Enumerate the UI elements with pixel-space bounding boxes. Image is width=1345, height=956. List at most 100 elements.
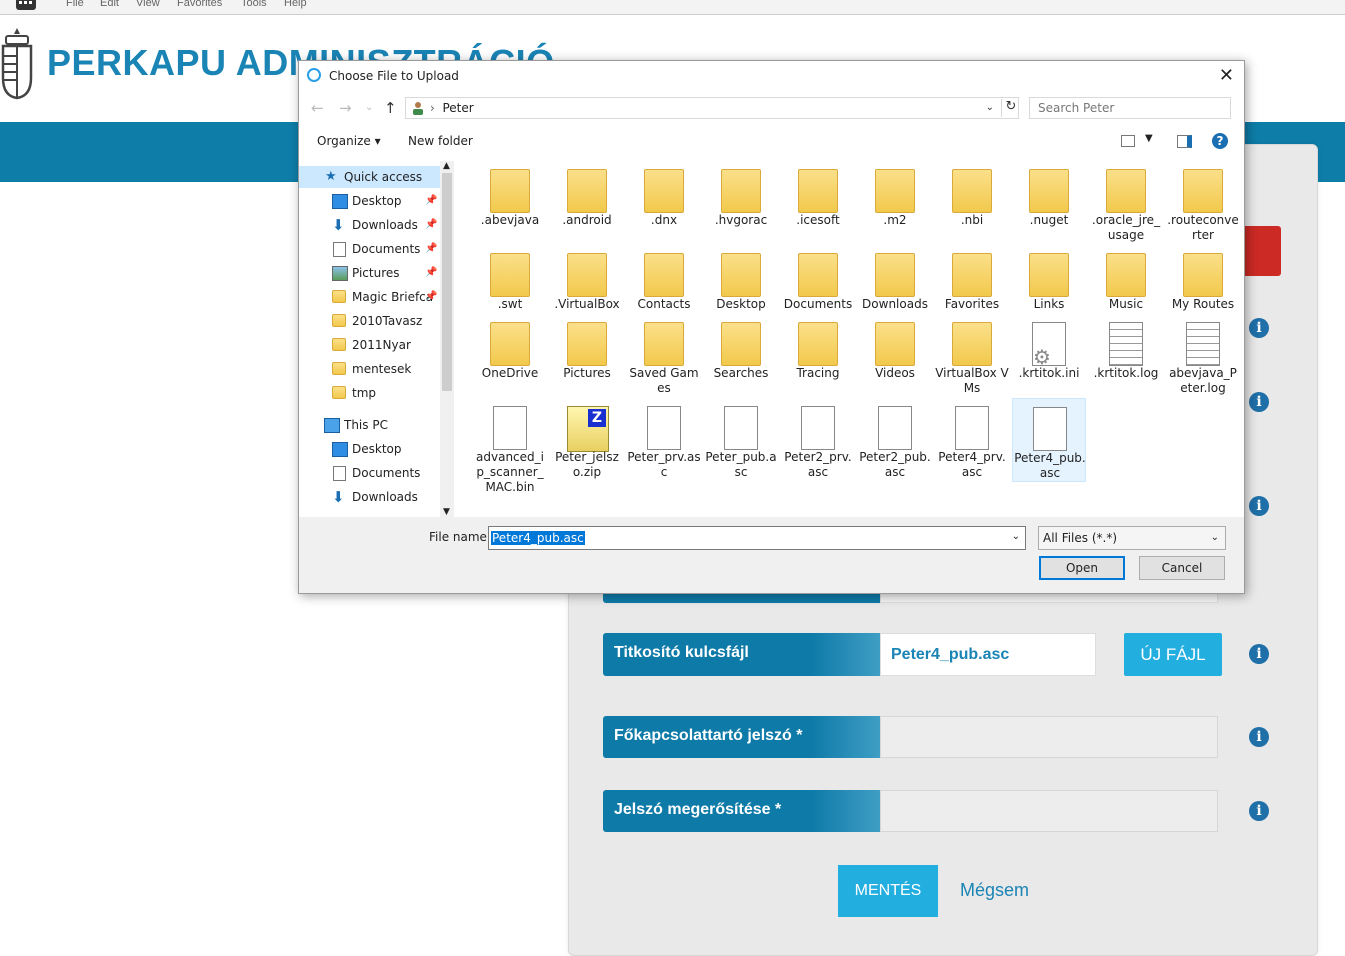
file-item[interactable]: .nuget bbox=[1012, 161, 1086, 245]
info-icon[interactable]: i bbox=[1249, 496, 1269, 516]
confirm-password-input[interactable] bbox=[880, 790, 1218, 832]
file-item[interactable]: .icesoft bbox=[781, 161, 855, 245]
file-name: advanced_ip_scanner_MAC.bin bbox=[476, 450, 544, 494]
red-action-button[interactable] bbox=[1240, 226, 1281, 276]
chevron-down-icon[interactable]: ⌄ bbox=[1012, 531, 1020, 542]
nav-item-documents[interactable]: Documents 📌 bbox=[299, 238, 440, 260]
file-upload-dialog: Choose File to Upload ✕ ← → ⌄ ↑ › Peter … bbox=[298, 60, 1245, 594]
folder-icon bbox=[798, 253, 838, 297]
info-icon[interactable]: i bbox=[1249, 392, 1269, 412]
nav-scrollbar[interactable]: ▲ ▼ bbox=[440, 161, 454, 517]
file-item[interactable]: .nbi bbox=[935, 161, 1009, 245]
nav-item-2011nyar[interactable]: 2011Nyar bbox=[299, 334, 440, 356]
chevron-down-icon[interactable]: ⌄ bbox=[1211, 527, 1219, 549]
nav-item-pc-documents[interactable]: Documents bbox=[299, 462, 440, 484]
info-icon[interactable]: i bbox=[1249, 318, 1269, 338]
scroll-up-icon[interactable]: ▲ bbox=[443, 161, 450, 171]
file-item[interactable]: advanced_ip_scanner_MAC.bin bbox=[473, 398, 547, 494]
up-arrow-icon[interactable]: ↑ bbox=[384, 99, 397, 117]
organize-button[interactable]: Organize ▾ bbox=[317, 134, 381, 148]
file-item[interactable]: Searches bbox=[704, 314, 778, 398]
file-icon bbox=[801, 406, 835, 450]
nav-item-desktop[interactable]: Desktop 📌 bbox=[299, 190, 440, 212]
file-item[interactable]: Pictures bbox=[550, 314, 624, 398]
breadcrumb[interactable]: › Peter bbox=[430, 101, 474, 115]
file-item[interactable]: .abevjava bbox=[473, 161, 547, 245]
change-view-icon[interactable] bbox=[1121, 135, 1135, 147]
nav-item-tmp[interactable]: tmp bbox=[299, 382, 440, 404]
menu-view[interactable]: View bbox=[136, 0, 160, 9]
close-icon[interactable]: ✕ bbox=[1219, 65, 1234, 86]
save-button[interactable]: MENTÉS bbox=[838, 865, 938, 917]
file-item[interactable]: Peter_prv.asc bbox=[627, 398, 701, 482]
address-bar[interactable]: › Peter ⌄ bbox=[405, 97, 1019, 119]
info-icon[interactable]: i bbox=[1249, 727, 1269, 747]
back-arrow-icon[interactable]: ← bbox=[311, 99, 324, 117]
file-name: Peter2_prv.asc bbox=[784, 450, 852, 479]
file-name: .krtitok.ini bbox=[1018, 366, 1080, 380]
file-item[interactable]: VirtualBox VMs bbox=[935, 314, 1009, 398]
file-item[interactable]: Peter2_pub.asc bbox=[858, 398, 932, 482]
nav-item-this-pc[interactable]: This PC bbox=[299, 414, 440, 436]
file-item[interactable]: .dnx bbox=[627, 161, 701, 245]
nav-item-quick-access[interactable]: ★ Quick access bbox=[299, 166, 440, 188]
folder-icon bbox=[332, 290, 346, 303]
preview-pane-icon[interactable] bbox=[1177, 135, 1192, 148]
dialog-titlebar[interactable]: Choose File to Upload ✕ bbox=[299, 61, 1244, 91]
file-item[interactable]: .krtitok.log bbox=[1089, 314, 1163, 398]
info-icon[interactable]: i bbox=[1249, 801, 1269, 821]
file-item[interactable]: Peter4_prv.asc bbox=[935, 398, 1009, 482]
file-item[interactable]: ⚙ .krtitok.ini bbox=[1012, 314, 1086, 398]
menu-edit[interactable]: Edit bbox=[100, 0, 119, 9]
menu-favorites[interactable]: Favorites bbox=[177, 0, 222, 9]
file-item[interactable]: Z Peter_jelszo.zip bbox=[550, 398, 624, 482]
search-input[interactable]: Search Peter bbox=[1029, 97, 1231, 119]
menu-file[interactable]: File bbox=[66, 0, 84, 9]
file-item[interactable]: Tracing bbox=[781, 314, 855, 398]
nav-item-downloads[interactable]: ⬇ Downloads 📌 bbox=[299, 214, 440, 236]
scrollbar-thumb[interactable] bbox=[442, 173, 452, 391]
nav-item-pc-desktop[interactable]: Desktop bbox=[299, 438, 440, 460]
new-file-button[interactable]: ÚJ FÁJL bbox=[1124, 633, 1222, 676]
open-button[interactable]: Open bbox=[1039, 556, 1125, 580]
address-dropdown-icon[interactable]: ⌄ bbox=[986, 102, 994, 113]
file-icon bbox=[955, 406, 989, 450]
menu-help[interactable]: Help bbox=[284, 0, 307, 9]
file-item[interactable]: Peter2_prv.asc bbox=[781, 398, 855, 482]
file-item[interactable]: .routeconverter bbox=[1166, 161, 1240, 245]
help-icon[interactable]: ? bbox=[1212, 133, 1228, 149]
recent-locations-chevron-icon[interactable]: ⌄ bbox=[365, 102, 373, 113]
nav-item-pc-downloads[interactable]: ⬇ Downloads bbox=[299, 486, 440, 508]
file-item[interactable]: Peter4_pub.asc bbox=[1012, 398, 1086, 482]
desktop-icon bbox=[332, 194, 348, 209]
file-item[interactable]: abevjava_Peter.log bbox=[1166, 314, 1240, 398]
cancel-link[interactable]: Mégsem bbox=[960, 880, 1029, 901]
nav-item-2010tavasz[interactable]: 2010Tavasz bbox=[299, 310, 440, 332]
refresh-icon[interactable]: ↻ bbox=[1001, 99, 1020, 117]
file-item[interactable]: .android bbox=[550, 161, 624, 245]
cancel-button[interactable]: Cancel bbox=[1139, 556, 1225, 580]
scroll-down-icon[interactable]: ▼ bbox=[443, 507, 450, 517]
file-type-select[interactable]: All Files (*.*) ⌄ bbox=[1038, 526, 1226, 550]
info-icon[interactable]: i bbox=[1249, 644, 1269, 664]
new-folder-button[interactable]: New folder bbox=[408, 134, 473, 148]
confirm-password-label: Jelszó megerősítése * bbox=[603, 790, 880, 832]
file-item[interactable]: .m2 bbox=[858, 161, 932, 245]
forward-arrow-icon[interactable]: → bbox=[339, 99, 352, 117]
file-item[interactable]: Peter_pub.asc bbox=[704, 398, 778, 482]
file-item[interactable]: .oracle_jre_usage bbox=[1089, 161, 1163, 245]
folder-icon bbox=[875, 253, 915, 297]
file-item[interactable]: Videos bbox=[858, 314, 932, 398]
master-password-input[interactable] bbox=[880, 716, 1218, 758]
file-item[interactable]: Saved Games bbox=[627, 314, 701, 398]
nav-item-pictures[interactable]: Pictures 📌 bbox=[299, 262, 440, 284]
file-item[interactable]: OneDrive bbox=[473, 314, 547, 398]
view-options-caret-icon[interactable]: ▼ bbox=[1145, 133, 1153, 144]
file-item[interactable]: .hvgorac bbox=[704, 161, 778, 245]
menu-tools[interactable]: Tools bbox=[241, 0, 267, 9]
nav-item-magic-briefcase[interactable]: Magic Briefca 📌 bbox=[299, 286, 440, 308]
file-name-input[interactable]: Peter4_pub.asc ⌄ bbox=[488, 526, 1026, 550]
browser-menu-icon[interactable] bbox=[16, 0, 36, 10]
file-name: .nbi bbox=[960, 213, 984, 227]
nav-item-mentesek[interactable]: mentesek bbox=[299, 358, 440, 380]
